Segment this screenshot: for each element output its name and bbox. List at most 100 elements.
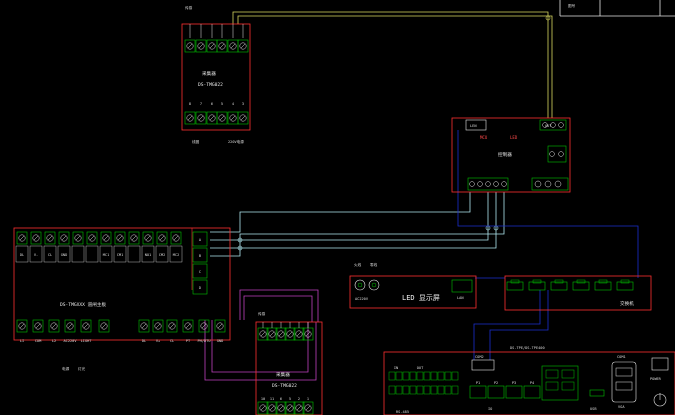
detector-bottom-terminal-top-screw-slot xyxy=(287,331,293,337)
detector-bottom-pin-number: 1 xyxy=(307,397,309,401)
controller: LEN OUT MCU LED 控制器 xyxy=(451,117,571,193)
led-live-label: 火线 xyxy=(354,262,362,267)
barrier-bottom-terminal-screw-slot xyxy=(101,323,107,329)
detector-bottom-terminal-bottom-screw-slot xyxy=(287,405,293,411)
terminal-lan-port xyxy=(469,385,487,399)
switch-port-latch xyxy=(620,279,630,284)
controller-terminal xyxy=(544,180,552,188)
barrier-bottom-terminal-screw-slot xyxy=(155,323,161,329)
barrier-top-terminal-label: CL xyxy=(48,253,52,257)
terminal-title: DS-TPE/DS-TPE400 xyxy=(510,346,545,350)
switch-title: 交换机 xyxy=(620,300,634,307)
detector-top-pin-number: 5 xyxy=(221,102,223,106)
led-title: LED 显示屏 xyxy=(402,294,440,302)
barrier-top-terminal-screw-slot xyxy=(103,235,109,241)
terminal-io-pin xyxy=(437,371,445,381)
detector-bottom-terminal-top-screw-slot xyxy=(296,331,302,337)
barrier-bottom-terminal-label: PH/DTU xyxy=(198,339,211,343)
detector-top-power-label: 220V电源 xyxy=(228,139,244,144)
terminal-io-pin xyxy=(395,385,403,395)
switch-port-latch xyxy=(598,279,608,284)
controller-terminal xyxy=(469,181,475,187)
led-display: 火线 零线 AC220V LED 显示屏 LAN xyxy=(349,262,477,309)
network-switch: 交换机 xyxy=(504,275,652,311)
controller-terminal xyxy=(534,180,542,188)
controller-title: 控制器 xyxy=(498,151,512,158)
detector-top-pin-number: 4 xyxy=(232,102,234,106)
detector-top-terminal-top-screw-slot xyxy=(230,43,236,49)
barrier-side-label: C xyxy=(199,270,201,274)
terminal-io-pin xyxy=(409,385,417,395)
detector-bottom-pin-number: 6 xyxy=(280,397,282,401)
terminal-lan-label: P2 xyxy=(494,381,498,385)
detector-top-terminal-bottom-screw-slot xyxy=(230,115,236,121)
barrier-bottom-terminal-label: AC220V xyxy=(64,339,78,343)
controller-terminal xyxy=(501,181,507,187)
barrier-top-terminal-screw-slot xyxy=(19,235,25,241)
detector-top-pin-label: 传感 xyxy=(185,5,193,10)
detector-top-coil-label: 线圈 xyxy=(192,139,200,144)
barrier-bottom-terminal-screw-slot xyxy=(51,323,57,329)
detector-top-pin-number: 3 xyxy=(242,102,244,106)
controller-len-label: LEN xyxy=(470,124,477,128)
barrier-bottom-terminal-label: LIGHT xyxy=(81,339,93,343)
barrier-side-label: B xyxy=(199,254,201,258)
detector-top-terminal-top-screw-slot xyxy=(209,43,215,49)
terminal-io-pin xyxy=(416,385,424,395)
barrier-top-terminal-screw-slot xyxy=(173,235,179,241)
barrier-bottom-terminal-screw-slot xyxy=(67,323,73,329)
terminal-rs485-label: RS-485 xyxy=(396,410,409,414)
detector-top-terminal-bottom-screw-slot xyxy=(198,115,204,121)
led-power-label: AC220V xyxy=(355,297,369,301)
detector-top-pin-number: 8 xyxy=(189,102,191,106)
controller-led-label: LED xyxy=(510,135,518,140)
barrier-top-terminal-screw-slot xyxy=(33,235,39,241)
detector-top-title: 采集器 xyxy=(202,70,216,77)
terminal-device: DS-TPE/DS-TPE400 COM2 IN OUT P1 P2 P3 P4 COM… xyxy=(383,346,675,415)
detector-top-pin-number: 7 xyxy=(200,102,202,106)
detector-bottom-model: DS-TMG022 xyxy=(272,383,297,389)
detector-bottom-pin-number: 10 xyxy=(261,397,265,401)
detector-top-terminal-top-screw-slot xyxy=(187,43,193,49)
terminal-io-pin xyxy=(451,371,459,381)
barrier-top-terminal-screw-slot xyxy=(145,235,151,241)
detector-bottom-terminal-bottom-screw-slot xyxy=(296,405,302,411)
terminal-com2-label: COM2 xyxy=(475,355,484,359)
title-block: 图号 xyxy=(559,0,675,17)
barrier-bottom-terminal-screw-slot xyxy=(83,323,89,329)
barrier-top-terminal-screw-slot xyxy=(47,235,53,241)
barrier-title: DS-TMGXXX 道闸主板 xyxy=(60,301,106,308)
led-lan-label: LAN xyxy=(457,296,464,300)
detector-bottom-pin-number: 5 xyxy=(289,397,291,401)
barrier-top-terminal-label: DL xyxy=(20,253,24,257)
terminal-lan-label: P4 xyxy=(530,381,534,385)
detector-bottom-title: 采集器 xyxy=(276,371,290,378)
barrier-bottom-terminal-screw-slot xyxy=(35,323,41,329)
terminal-io-label: IO xyxy=(488,407,492,411)
led-neutral-label: 零线 xyxy=(370,262,378,267)
barrier-top-terminal-label: MC1 xyxy=(103,253,110,257)
switch-port-latch xyxy=(576,279,586,284)
detector-bottom-pin-number: 2 xyxy=(298,397,300,401)
terminal-vga-label: VGA xyxy=(618,405,625,409)
detector-bottom-terminal-bottom-screw-slot xyxy=(269,405,275,411)
barrier-top-terminal-label: NO1 xyxy=(145,253,152,257)
detector-bottom-terminal-bottom-screw-slot xyxy=(305,405,311,411)
barrier-bottom-terminal-screw-slot xyxy=(185,323,191,329)
terminal-out-label: OUT xyxy=(417,366,424,370)
terminal-io-pin xyxy=(409,371,417,381)
switch-port-latch xyxy=(532,279,542,284)
detector-bottom-terminal-top-screw-slot xyxy=(278,331,284,337)
detector-top-terminal-top-screw-slot xyxy=(198,43,204,49)
terminal-in-label: IN xyxy=(394,366,398,370)
terminal-io-pin xyxy=(430,371,438,381)
detector-bottom-terminal-top-screw-slot xyxy=(260,331,266,337)
terminal-lan-label: P1 xyxy=(476,381,480,385)
barrier-bottom-terminal-label: COM xyxy=(35,339,42,343)
barrier-side-label: A xyxy=(199,238,202,242)
detector-top: 传感 8 7 6 5 4 3 采集器 DS-TMG022 线圈 220V电源 xyxy=(181,5,251,144)
wires xyxy=(204,11,639,381)
barrier-bottom-terminal-screw-slot xyxy=(141,323,147,329)
detector-bottom-terminal-bottom-screw-slot xyxy=(278,405,284,411)
barrier-bottom-terminal-screw-slot xyxy=(19,323,25,329)
